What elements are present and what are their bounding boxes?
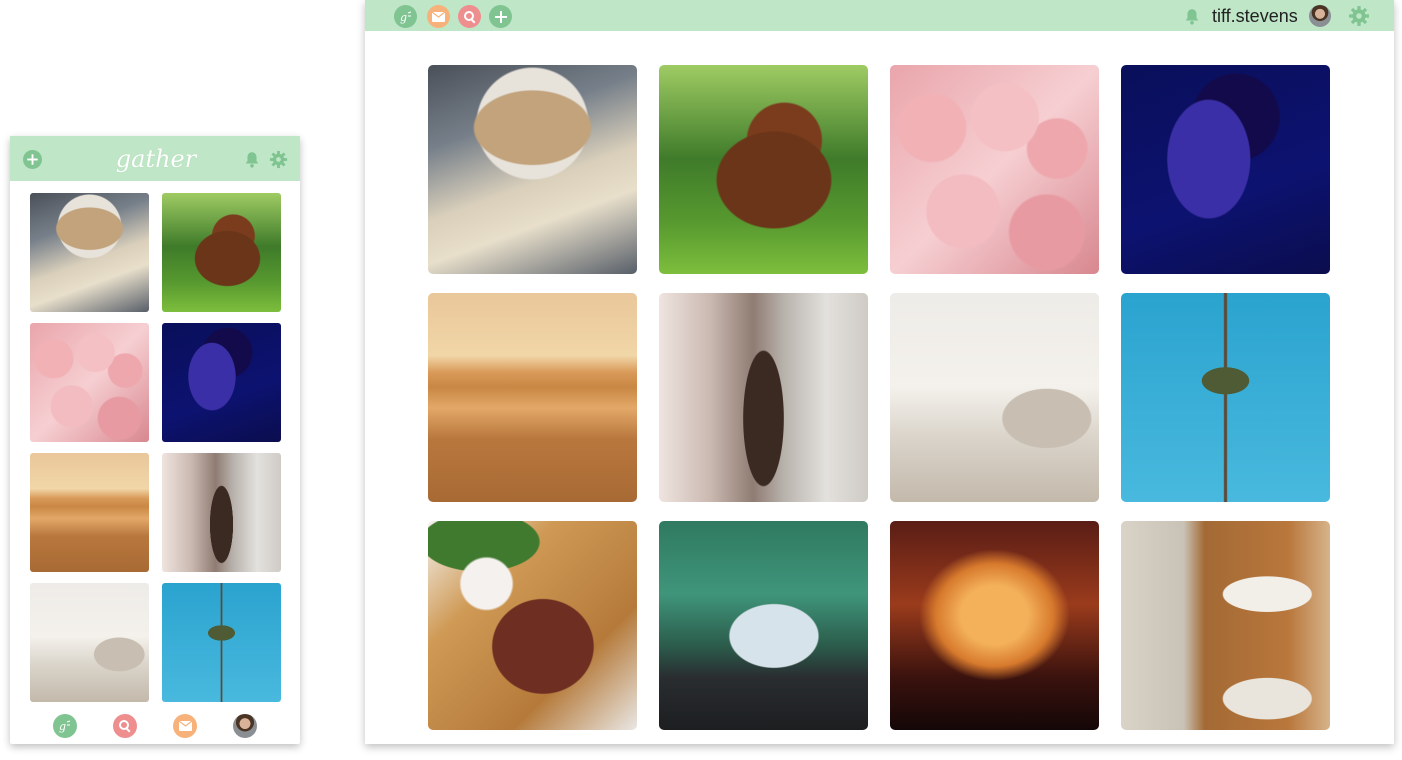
- woman-wall-photo[interactable]: [162, 453, 281, 572]
- bell-icon[interactable]: [1183, 7, 1201, 26]
- user-avatar[interactable]: [1309, 5, 1331, 27]
- palm-tree-photo[interactable]: [1121, 293, 1330, 502]
- home-logo-icon[interactable]: g: [53, 714, 77, 738]
- search-icon[interactable]: [458, 5, 481, 28]
- living-room-photo[interactable]: [890, 293, 1099, 502]
- bell-icon[interactable]: [243, 150, 261, 169]
- gather-logo[interactable]: gather: [110, 144, 202, 184]
- search-icon[interactable]: [113, 714, 137, 738]
- desktop-app-frame: g tiff.stevens: [365, 0, 1394, 744]
- plus-icon[interactable]: [489, 5, 512, 28]
- svg-text:g: g: [400, 11, 407, 24]
- blue-face-photo[interactable]: [162, 323, 281, 442]
- desert-dunes-photo[interactable]: [428, 293, 637, 502]
- desert-dunes-photo[interactable]: [30, 453, 149, 572]
- mobile-header: gather: [10, 136, 300, 181]
- dog-grass-photo[interactable]: [659, 65, 868, 274]
- steak-board-photo[interactable]: [428, 521, 637, 730]
- tent-view-photo[interactable]: [659, 521, 868, 730]
- woman-wall-photo[interactable]: [659, 293, 868, 502]
- mail-icon[interactable]: [427, 5, 450, 28]
- gear-icon[interactable]: [269, 150, 288, 169]
- mobile-app-frame: gather g: [10, 136, 300, 744]
- dog-grass-photo[interactable]: [162, 193, 281, 312]
- gear-icon[interactable]: [1348, 5, 1370, 27]
- home-logo-icon[interactable]: g: [394, 5, 417, 28]
- blue-face-photo[interactable]: [1121, 65, 1330, 274]
- table-setting-photo[interactable]: [1121, 521, 1330, 730]
- svg-text:g: g: [59, 720, 66, 733]
- pink-roses-photo[interactable]: [30, 323, 149, 442]
- mail-icon[interactable]: [173, 714, 197, 738]
- pink-roses-photo[interactable]: [890, 65, 1099, 274]
- living-room-photo[interactable]: [30, 583, 149, 702]
- palm-tree-photo[interactable]: [162, 583, 281, 702]
- cookies-book-photo[interactable]: [428, 65, 637, 274]
- cookies-book-photo[interactable]: [30, 193, 149, 312]
- profile-avatar[interactable]: [233, 714, 257, 738]
- mobile-bottom-nav: g: [10, 714, 300, 740]
- username-label[interactable]: tiff.stevens: [1212, 5, 1298, 27]
- desktop-header: g tiff.stevens: [365, 0, 1394, 31]
- concert-crowd-photo[interactable]: [890, 521, 1099, 730]
- plus-icon[interactable]: [23, 150, 42, 169]
